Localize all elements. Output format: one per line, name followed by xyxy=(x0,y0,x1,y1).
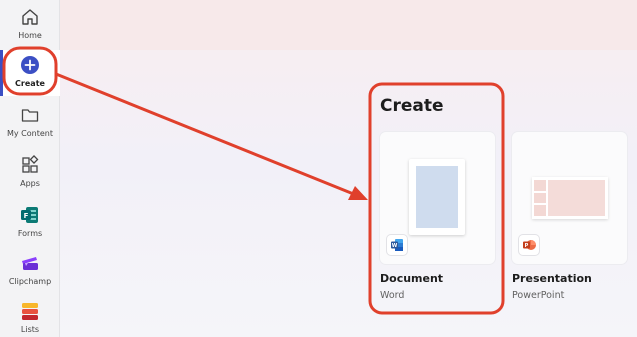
clipchamp-app-icon xyxy=(19,252,41,274)
sidebar-item-label: My Content xyxy=(7,129,53,138)
svg-text:P: P xyxy=(525,243,529,249)
folder-icon xyxy=(19,104,41,126)
powerpoint-icon: P xyxy=(519,235,539,255)
presentation-thumbnail xyxy=(532,177,608,219)
sidebar-item-label: Forms xyxy=(17,229,43,238)
sidebar-item-home[interactable]: Home xyxy=(0,6,60,54)
document-thumbnail xyxy=(409,159,465,235)
presentation-card-app: PowerPoint xyxy=(512,290,565,301)
main-content: Create W Document Word P Presentation Po… xyxy=(60,0,637,337)
active-indicator xyxy=(0,50,3,96)
home-icon xyxy=(19,6,41,28)
svg-text:F: F xyxy=(24,212,29,220)
document-card[interactable]: W xyxy=(380,132,495,264)
document-card-app: Word xyxy=(380,290,405,301)
forms-app-icon: F xyxy=(19,204,41,226)
sidebar-item-clipchamp[interactable]: Clipchamp xyxy=(0,252,60,300)
sidebar-item-label: Clipchamp xyxy=(8,277,52,286)
sidebar-item-forms[interactable]: F Forms xyxy=(0,204,60,252)
svg-text:W: W xyxy=(392,243,398,249)
left-nav-rail: Home Create My Content Apps F Forms Clip… xyxy=(0,0,60,337)
sidebar-item-label: Lists xyxy=(20,325,40,334)
sidebar-item-apps[interactable]: Apps xyxy=(0,154,60,202)
section-title: Create xyxy=(380,96,444,116)
word-icon: W xyxy=(387,235,407,255)
app-window: Home Create My Content Apps F Forms Clip… xyxy=(0,0,637,337)
sidebar-item-label: Apps xyxy=(20,179,40,188)
sidebar-item-my-content[interactable]: My Content xyxy=(0,104,60,152)
document-card-title: Document xyxy=(380,272,444,285)
presentation-card-title: Presentation xyxy=(512,272,592,285)
apps-icon xyxy=(19,154,41,176)
sidebar-item-label: Create xyxy=(15,79,45,88)
presentation-card[interactable]: P xyxy=(512,132,627,264)
lists-app-icon xyxy=(19,300,41,322)
sidebar-item-label: Home xyxy=(18,31,42,40)
sidebar-item-create[interactable]: Create xyxy=(0,50,60,96)
plus-circle-icon xyxy=(19,54,41,76)
header-band xyxy=(60,0,637,50)
sidebar-item-lists[interactable]: Lists xyxy=(0,300,60,337)
